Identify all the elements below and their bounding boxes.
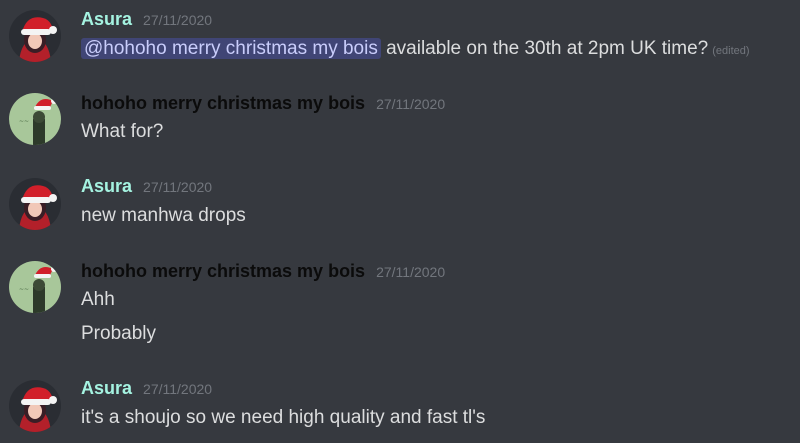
message-header: hohoho merry christmas my bois 27/11/202… [81,93,445,117]
username[interactable]: Asura [81,9,132,30]
message-text: Ahh [81,289,115,310]
message-header: Asura 27/11/2020 [81,378,212,402]
chat-message-list: Asura 27/11/2020 @hohoho merry christmas… [0,0,800,443]
message-text: Probably [81,323,156,344]
username[interactable]: Asura [81,378,132,399]
timestamp: 27/11/2020 [143,12,213,28]
message-text: @hohoho merry christmas my bois availabl… [81,38,750,60]
avatar[interactable]: ~~ [9,261,61,313]
message-text: new manhwa drops [81,205,246,226]
avatar[interactable] [9,178,61,230]
santa-hat-green-avatar: ~~ [9,93,61,145]
avatar[interactable]: ~~ [9,93,61,145]
santa-hat-green-avatar: ~~ [9,261,61,313]
santa-hat-girl-avatar [9,380,61,432]
message-content: available on the 30th at 2pm UK time? [380,38,709,59]
message-header: Asura 27/11/2020 [81,176,212,200]
edited-label: (edited) [712,45,750,57]
avatar[interactable] [9,380,61,432]
message-text: What for? [81,121,164,142]
username[interactable]: Asura [81,176,132,197]
svg-text:~~: ~~ [19,118,29,125]
timestamp: 27/11/2020 [376,96,446,112]
username[interactable]: hohoho merry christmas my bois [81,93,365,114]
avatar[interactable] [9,10,61,62]
message-header: hohoho merry christmas my bois 27/11/202… [81,261,445,285]
user-mention[interactable]: @hohoho merry christmas my bois [81,38,381,59]
santa-hat-girl-avatar [9,10,61,62]
timestamp: 27/11/2020 [143,179,213,195]
message-header: Asura 27/11/2020 [81,9,212,33]
svg-text:~~: ~~ [19,286,29,293]
username[interactable]: hohoho merry christmas my bois [81,261,365,282]
timestamp: 27/11/2020 [143,381,213,397]
santa-hat-girl-avatar [9,178,61,230]
timestamp: 27/11/2020 [376,264,446,280]
message-text: it's a shoujo so we need high quality an… [81,407,486,428]
